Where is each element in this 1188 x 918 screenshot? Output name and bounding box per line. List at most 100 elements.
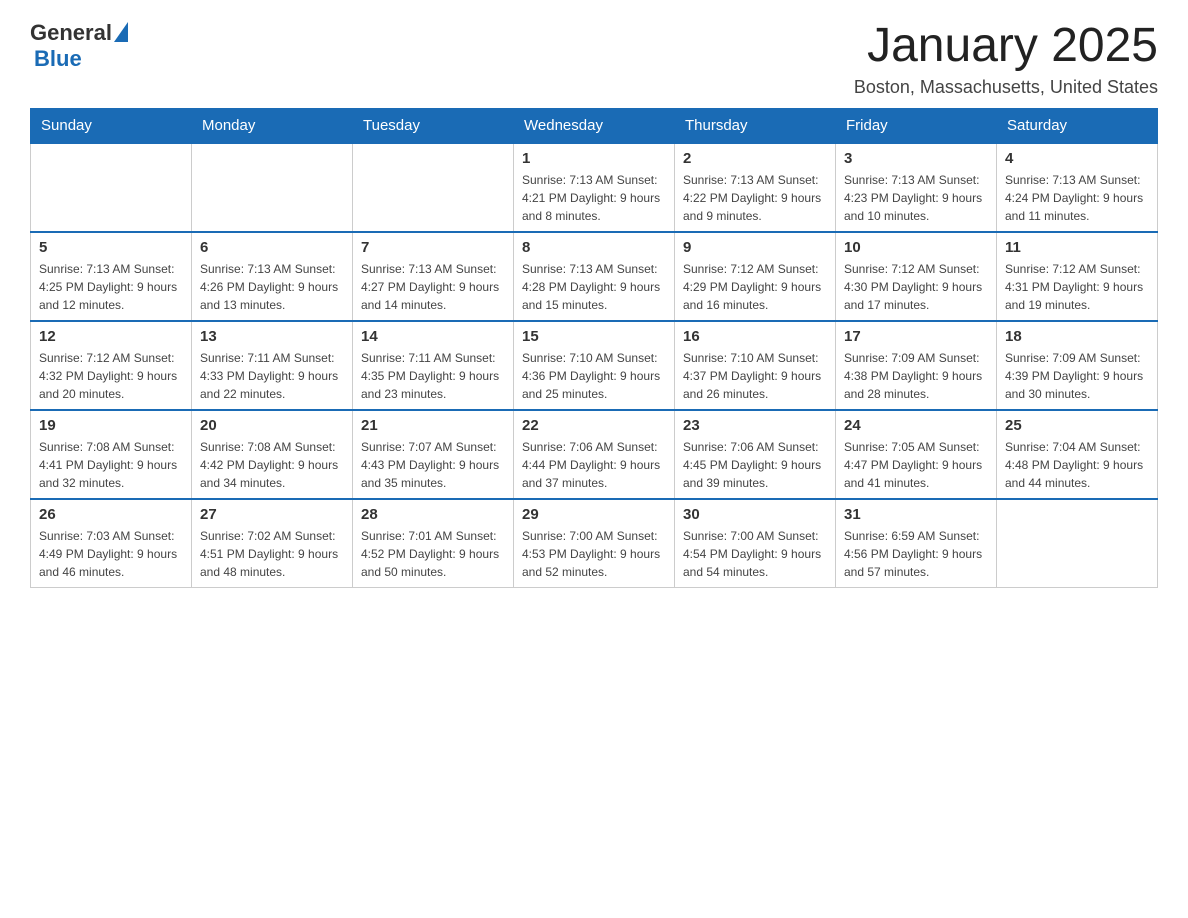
day-number: 8 [522, 239, 666, 256]
day-number: 31 [844, 506, 988, 523]
day-number: 21 [361, 417, 505, 434]
calendar-cell: 10Sunrise: 7:12 AM Sunset: 4:30 PM Dayli… [836, 232, 997, 321]
weekday-header-friday: Friday [836, 108, 997, 143]
day-info: Sunrise: 7:01 AM Sunset: 4:52 PM Dayligh… [361, 527, 505, 581]
day-number: 3 [844, 150, 988, 167]
day-number: 29 [522, 506, 666, 523]
calendar-cell: 18Sunrise: 7:09 AM Sunset: 4:39 PM Dayli… [997, 321, 1158, 410]
page-header: General Blue January 2025 Boston, Massac… [30, 20, 1158, 98]
day-info: Sunrise: 7:00 AM Sunset: 4:54 PM Dayligh… [683, 527, 827, 581]
day-number: 10 [844, 239, 988, 256]
calendar-cell: 6 Sunrise: 7:13 AM Sunset: 4:26 PM Daylig… [192, 232, 353, 321]
day-info: Sunrise: 7:12 AM Sunset: 4:32 PM Dayligh… [39, 349, 183, 403]
week-row-2: 5 Sunrise: 7:13 AM Sunset: 4:25 PM Daylig… [31, 232, 1158, 321]
calendar-cell: 30 Sunrise: 7:00 AM Sunset: 4:54 PM Dayli… [675, 499, 836, 588]
day-number: 13 [200, 328, 344, 345]
day-number: 28 [361, 506, 505, 523]
weekday-header-thursday: Thursday [675, 108, 836, 143]
day-info: Sunrise: 7:09 AM Sunset: 4:38 PM Dayligh… [844, 349, 988, 403]
month-title: January 2025 [854, 20, 1158, 73]
day-number: 23 [683, 417, 827, 434]
day-number: 2 [683, 150, 827, 167]
calendar-cell: 4 Sunrise: 7:13 AM Sunset: 4:24 PM Daylig… [997, 143, 1158, 232]
day-number: 22 [522, 417, 666, 434]
day-number: 12 [39, 328, 183, 345]
day-info: Sunrise: 7:08 AM Sunset: 4:42 PM Dayligh… [200, 438, 344, 492]
calendar-cell: 31 Sunrise: 6:59 AM Sunset: 4:56 PM Dayli… [836, 499, 997, 588]
logo-general-text: General [30, 20, 112, 46]
day-number: 30 [683, 506, 827, 523]
calendar-cell: 17Sunrise: 7:09 AM Sunset: 4:38 PM Dayli… [836, 321, 997, 410]
weekday-header-saturday: Saturday [997, 108, 1158, 143]
day-number: 16 [683, 328, 827, 345]
calendar-cell: 15 Sunrise: 7:10 AM Sunset: 4:36 PM Dayli… [514, 321, 675, 410]
calendar-cell: 24Sunrise: 7:05 AM Sunset: 4:47 PM Dayli… [836, 410, 997, 499]
day-info: Sunrise: 7:13 AM Sunset: 4:22 PM Dayligh… [683, 171, 827, 225]
day-info: Sunrise: 7:12 AM Sunset: 4:29 PM Dayligh… [683, 260, 827, 314]
calendar-cell: 22Sunrise: 7:06 AM Sunset: 4:44 PM Dayli… [514, 410, 675, 499]
day-info: Sunrise: 7:13 AM Sunset: 4:25 PM Dayligh… [39, 260, 183, 314]
day-number: 27 [200, 506, 344, 523]
day-number: 1 [522, 150, 666, 167]
calendar-cell: 1Sunrise: 7:13 AM Sunset: 4:21 PM Daylig… [514, 143, 675, 232]
day-info: Sunrise: 7:13 AM Sunset: 4:23 PM Dayligh… [844, 171, 988, 225]
day-info: Sunrise: 7:03 AM Sunset: 4:49 PM Dayligh… [39, 527, 183, 581]
calendar-cell [997, 499, 1158, 588]
logo: General Blue [30, 20, 128, 72]
day-number: 11 [1005, 239, 1149, 256]
weekday-header-tuesday: Tuesday [353, 108, 514, 143]
calendar-cell: 28 Sunrise: 7:01 AM Sunset: 4:52 PM Dayli… [353, 499, 514, 588]
calendar-cell: 23 Sunrise: 7:06 AM Sunset: 4:45 PM Dayli… [675, 410, 836, 499]
day-number: 15 [522, 328, 666, 345]
calendar-cell [192, 143, 353, 232]
day-number: 6 [200, 239, 344, 256]
day-number: 19 [39, 417, 183, 434]
header-row: SundayMondayTuesdayWednesdayThursdayFrid… [31, 108, 1158, 143]
day-info: Sunrise: 7:00 AM Sunset: 4:53 PM Dayligh… [522, 527, 666, 581]
weekday-header-wednesday: Wednesday [514, 108, 675, 143]
day-info: Sunrise: 7:13 AM Sunset: 4:28 PM Dayligh… [522, 260, 666, 314]
day-info: Sunrise: 7:13 AM Sunset: 4:26 PM Dayligh… [200, 260, 344, 314]
weekday-header-sunday: Sunday [31, 108, 192, 143]
calendar-cell: 8 Sunrise: 7:13 AM Sunset: 4:28 PM Daylig… [514, 232, 675, 321]
day-info: Sunrise: 7:10 AM Sunset: 4:36 PM Dayligh… [522, 349, 666, 403]
day-info: Sunrise: 7:11 AM Sunset: 4:35 PM Dayligh… [361, 349, 505, 403]
day-info: Sunrise: 6:59 AM Sunset: 4:56 PM Dayligh… [844, 527, 988, 581]
day-info: Sunrise: 7:04 AM Sunset: 4:48 PM Dayligh… [1005, 438, 1149, 492]
day-info: Sunrise: 7:09 AM Sunset: 4:39 PM Dayligh… [1005, 349, 1149, 403]
day-info: Sunrise: 7:10 AM Sunset: 4:37 PM Dayligh… [683, 349, 827, 403]
week-row-3: 12 Sunrise: 7:12 AM Sunset: 4:32 PM Dayli… [31, 321, 1158, 410]
day-info: Sunrise: 7:11 AM Sunset: 4:33 PM Dayligh… [200, 349, 344, 403]
day-number: 9 [683, 239, 827, 256]
calendar-cell: 27Sunrise: 7:02 AM Sunset: 4:51 PM Dayli… [192, 499, 353, 588]
calendar-cell: 21Sunrise: 7:07 AM Sunset: 4:43 PM Dayli… [353, 410, 514, 499]
calendar-cell: 12 Sunrise: 7:12 AM Sunset: 4:32 PM Dayli… [31, 321, 192, 410]
calendar-cell: 16 Sunrise: 7:10 AM Sunset: 4:37 PM Dayli… [675, 321, 836, 410]
calendar-cell: 9 Sunrise: 7:12 AM Sunset: 4:29 PM Daylig… [675, 232, 836, 321]
location-title: Boston, Massachusetts, United States [854, 77, 1158, 98]
calendar-cell: 7Sunrise: 7:13 AM Sunset: 4:27 PM Daylig… [353, 232, 514, 321]
day-number: 5 [39, 239, 183, 256]
day-number: 24 [844, 417, 988, 434]
calendar-cell [353, 143, 514, 232]
day-info: Sunrise: 7:13 AM Sunset: 4:24 PM Dayligh… [1005, 171, 1149, 225]
weekday-header-monday: Monday [192, 108, 353, 143]
day-number: 4 [1005, 150, 1149, 167]
day-info: Sunrise: 7:13 AM Sunset: 4:27 PM Dayligh… [361, 260, 505, 314]
week-row-4: 19 Sunrise: 7:08 AM Sunset: 4:41 PM Dayli… [31, 410, 1158, 499]
calendar-cell: 11 Sunrise: 7:12 AM Sunset: 4:31 PM Dayli… [997, 232, 1158, 321]
calendar-cell: 2 Sunrise: 7:13 AM Sunset: 4:22 PM Daylig… [675, 143, 836, 232]
day-number: 25 [1005, 417, 1149, 434]
day-number: 14 [361, 328, 505, 345]
calendar-cell: 29 Sunrise: 7:00 AM Sunset: 4:53 PM Dayli… [514, 499, 675, 588]
logo-blue-text: Blue [34, 46, 82, 72]
calendar-cell: 5 Sunrise: 7:13 AM Sunset: 4:25 PM Daylig… [31, 232, 192, 321]
calendar-cell: 25 Sunrise: 7:04 AM Sunset: 4:48 PM Dayli… [997, 410, 1158, 499]
calendar-cell: 26 Sunrise: 7:03 AM Sunset: 4:49 PM Dayli… [31, 499, 192, 588]
day-info: Sunrise: 7:08 AM Sunset: 4:41 PM Dayligh… [39, 438, 183, 492]
day-info: Sunrise: 7:06 AM Sunset: 4:45 PM Dayligh… [683, 438, 827, 492]
calendar-cell: 20Sunrise: 7:08 AM Sunset: 4:42 PM Dayli… [192, 410, 353, 499]
day-info: Sunrise: 7:12 AM Sunset: 4:31 PM Dayligh… [1005, 260, 1149, 314]
day-number: 26 [39, 506, 183, 523]
calendar-cell [31, 143, 192, 232]
